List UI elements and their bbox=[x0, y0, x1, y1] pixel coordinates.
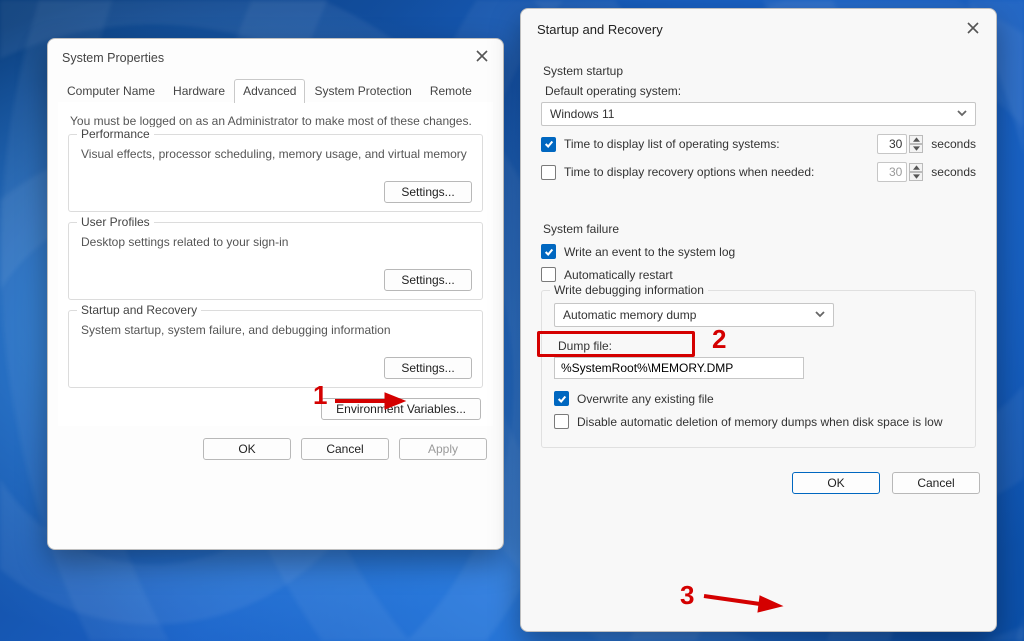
spin-down-icon bbox=[909, 144, 923, 153]
annotation-number-1: 1 bbox=[313, 382, 327, 408]
tab-system-protection[interactable]: System Protection bbox=[305, 79, 420, 103]
annotation-number-3: 3 bbox=[680, 582, 694, 608]
overwrite-label: Overwrite any existing file bbox=[577, 392, 714, 406]
auto-restart-label: Automatically restart bbox=[564, 268, 673, 282]
titlebar: Startup and Recovery bbox=[521, 9, 996, 46]
annotation-arrow-3 bbox=[704, 590, 782, 615]
tab-computer-name[interactable]: Computer Name bbox=[58, 79, 164, 103]
group-title: Startup and Recovery bbox=[77, 303, 201, 317]
seconds-unit: seconds bbox=[931, 165, 976, 179]
dialog-title: System Properties bbox=[62, 51, 164, 65]
disable-delete-label: Disable automatic deletion of memory dum… bbox=[577, 415, 943, 429]
startup-recovery-dialog: Startup and Recovery System startup Defa… bbox=[520, 8, 997, 632]
group-title: Write debugging information bbox=[550, 283, 708, 297]
admin-note: You must be logged on as an Administrato… bbox=[70, 114, 483, 128]
section-system-failure: System failure bbox=[543, 222, 976, 236]
profiles-settings-button[interactable]: Settings... bbox=[384, 269, 472, 291]
chevron-down-icon bbox=[815, 308, 825, 322]
group-write-debugging: Write debugging information Automatic me… bbox=[541, 290, 976, 448]
chevron-down-icon bbox=[957, 107, 967, 121]
group-performance: Performance Visual effects, processor sc… bbox=[68, 134, 483, 212]
default-os-label: Default operating system: bbox=[545, 84, 976, 98]
tab-hardware[interactable]: Hardware bbox=[164, 79, 234, 103]
default-os-select[interactable]: Windows 11 bbox=[541, 102, 976, 126]
checkbox-display-recovery[interactable] bbox=[541, 165, 556, 180]
close-icon[interactable] bbox=[471, 47, 493, 68]
annotation-number-2: 2 bbox=[712, 326, 726, 352]
cancel-button[interactable]: Cancel bbox=[301, 438, 389, 460]
tab-remote[interactable]: Remote bbox=[421, 79, 481, 103]
tab-advanced[interactable]: Advanced bbox=[234, 79, 305, 103]
system-properties-dialog: System Properties Computer Name Hardware… bbox=[47, 38, 504, 550]
group-user-profiles: User Profiles Desktop settings related t… bbox=[68, 222, 483, 300]
seconds-unit: seconds bbox=[931, 137, 976, 151]
checkbox-disable-delete[interactable] bbox=[554, 414, 569, 429]
ok-button[interactable]: OK bbox=[792, 472, 880, 494]
checkbox-overwrite[interactable] bbox=[554, 391, 569, 406]
spin-up-icon bbox=[909, 135, 923, 144]
performance-settings-button[interactable]: Settings... bbox=[384, 181, 472, 203]
startup-settings-button[interactable]: Settings... bbox=[384, 357, 472, 379]
dump-type-value: Automatic memory dump bbox=[563, 308, 696, 322]
spin-down-icon bbox=[909, 172, 923, 181]
dump-type-select[interactable]: Automatic memory dump bbox=[554, 303, 834, 327]
group-desc: Visual effects, processor scheduling, me… bbox=[81, 147, 470, 161]
dump-file-input[interactable] bbox=[554, 357, 804, 379]
group-title: User Profiles bbox=[77, 215, 154, 229]
display-os-seconds-input[interactable]: 30 bbox=[877, 134, 907, 154]
tab-strip: Computer Name Hardware Advanced System P… bbox=[48, 72, 503, 102]
spinner-buttons[interactable] bbox=[909, 163, 923, 181]
apply-button[interactable]: Apply bbox=[399, 438, 487, 460]
ok-button[interactable]: OK bbox=[203, 438, 291, 460]
annotation-box-2 bbox=[537, 331, 695, 357]
group-title: Performance bbox=[77, 127, 154, 141]
display-recovery-label: Time to display recovery options when ne… bbox=[564, 165, 869, 179]
group-startup-recovery: Startup and Recovery System startup, sys… bbox=[68, 310, 483, 388]
display-recovery-seconds-input[interactable]: 30 bbox=[877, 162, 907, 182]
cancel-button[interactable]: Cancel bbox=[892, 472, 980, 494]
dialog-title: Startup and Recovery bbox=[537, 22, 663, 37]
close-icon[interactable] bbox=[962, 19, 984, 40]
spin-up-icon bbox=[909, 163, 923, 172]
group-desc: System startup, system failure, and debu… bbox=[81, 323, 470, 337]
section-system-startup: System startup bbox=[543, 64, 976, 78]
titlebar: System Properties bbox=[48, 39, 503, 72]
tab-page-advanced: You must be logged on as an Administrato… bbox=[58, 102, 493, 426]
group-desc: Desktop settings related to your sign-in bbox=[81, 235, 470, 249]
checkbox-write-event[interactable] bbox=[541, 244, 556, 259]
dialog-footer: OK Cancel bbox=[521, 464, 996, 506]
write-event-label: Write an event to the system log bbox=[564, 245, 735, 259]
annotation-arrow-1 bbox=[335, 392, 405, 413]
checkbox-display-os-list[interactable] bbox=[541, 137, 556, 152]
display-os-list-label: Time to display list of operating system… bbox=[564, 137, 869, 151]
spinner-buttons[interactable] bbox=[909, 135, 923, 153]
default-os-value: Windows 11 bbox=[550, 107, 614, 121]
checkbox-auto-restart[interactable] bbox=[541, 267, 556, 282]
dialog-footer: OK Cancel Apply bbox=[48, 432, 503, 472]
